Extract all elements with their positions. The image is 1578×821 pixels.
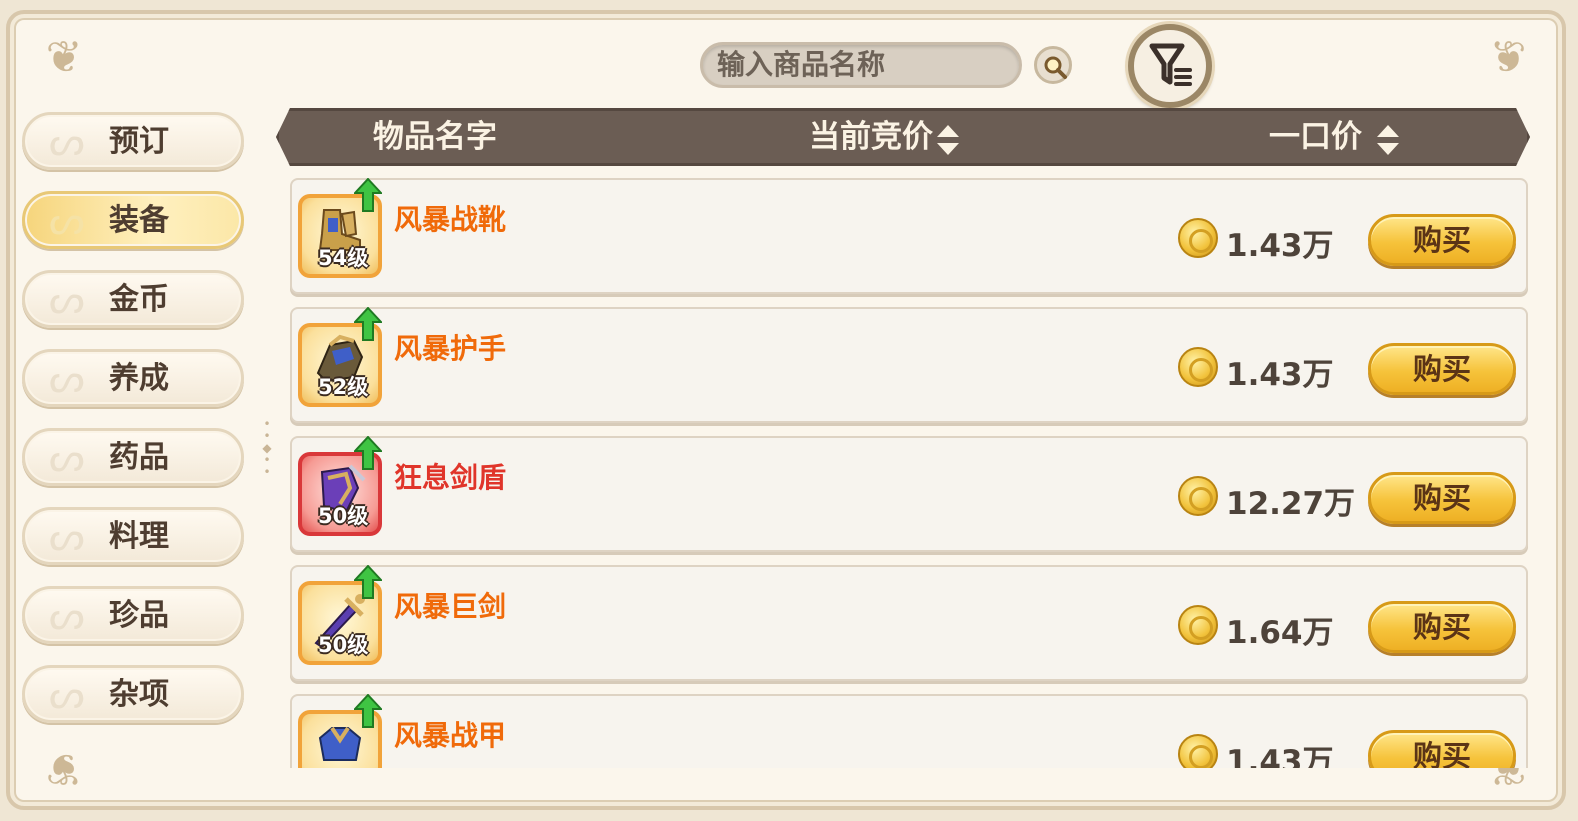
tab-label: 金币	[109, 282, 169, 317]
list-item[interactable]: 风暴战甲 1.43万 购买	[290, 694, 1528, 768]
tab-label: 装备	[109, 203, 169, 238]
swirl-ornament-icon: ᔕ	[49, 514, 85, 560]
item-level: 50级	[318, 633, 369, 657]
green-up-arrow-icon	[354, 178, 382, 212]
category-sidebar: ᔕ 预订 ᔕ 装备 ᔕ 金币 ᔕ 养成 ᔕ 药品 ᔕ 料理 ᔕ 珍品 ᔕ 杂项	[22, 112, 250, 744]
gold-coin-icon	[1178, 218, 1218, 258]
item-price: 1.43万	[1226, 228, 1334, 264]
swirl-ornament-icon: ᔕ	[49, 672, 85, 718]
item-name: 狂息剑盾	[394, 461, 507, 494]
item-name: 风暴战甲	[394, 719, 507, 752]
gold-coin-icon	[1178, 476, 1218, 516]
swirl-ornament-icon: ᔕ	[49, 356, 85, 402]
gold-coin-icon	[1178, 605, 1218, 645]
corner-ornament-icon: ❦	[45, 32, 83, 83]
item-level: 52级	[318, 375, 369, 399]
tab-medicine[interactable]: ᔕ 药品	[22, 428, 244, 486]
filter-button[interactable]	[1128, 24, 1212, 108]
header-current-bid[interactable]: 当前竞价	[809, 111, 933, 163]
item-level: 50级	[318, 504, 369, 528]
corner-ornament-icon: ❦	[45, 743, 83, 794]
search-input[interactable]: 输入商品名称	[700, 42, 1022, 88]
tab-label: 料理	[109, 519, 169, 554]
sort-toggle-icon[interactable]	[1375, 123, 1401, 157]
tab-label: 杂项	[109, 677, 169, 712]
green-up-arrow-icon	[354, 307, 382, 341]
green-up-arrow-icon	[354, 565, 382, 599]
item-list[interactable]: 54级 风暴战靴 1.43万 购买 52级 风暴护手 1.43万 购买 50级 …	[290, 178, 1530, 768]
green-up-arrow-icon	[354, 694, 382, 728]
header-buyout-price[interactable]: 一口价	[1269, 111, 1362, 163]
list-item[interactable]: 54级 风暴战靴 1.43万 购买	[290, 178, 1528, 294]
item-name: 风暴巨剑	[394, 590, 507, 623]
tab-label: 珍品	[109, 598, 169, 633]
swirl-ornament-icon: ᔕ	[49, 119, 85, 165]
corner-ornament-icon: ❦	[1489, 32, 1527, 83]
swirl-ornament-icon: ᔕ	[49, 277, 85, 323]
list-item[interactable]: 50级 狂息剑盾 12.27万 购买	[290, 436, 1528, 552]
tab-cuisine[interactable]: ᔕ 料理	[22, 507, 244, 565]
header-item-name: 物品名字	[373, 119, 497, 155]
item-price: 1.43万	[1226, 357, 1334, 393]
table-header: 物品名字 当前竞价 一口价	[276, 108, 1530, 166]
tab-preorder[interactable]: ᔕ 预订	[22, 112, 244, 170]
tab-label: 预订	[109, 124, 169, 159]
item-price: 1.43万	[1226, 744, 1334, 768]
search-button[interactable]	[1034, 46, 1072, 84]
search-icon	[1044, 56, 1067, 79]
swirl-ornament-icon: ᔕ	[49, 198, 85, 244]
buy-button[interactable]: 购买	[1368, 214, 1516, 266]
item-price: 12.27万	[1226, 486, 1356, 522]
tab-label: 养成	[109, 361, 169, 396]
sort-toggle-icon[interactable]	[935, 123, 961, 157]
filter-icon	[1149, 43, 1192, 86]
item-name: 风暴护手	[394, 332, 507, 365]
green-up-arrow-icon	[354, 436, 382, 470]
tab-gold[interactable]: ᔕ 金币	[22, 270, 244, 328]
tab-label: 药品	[109, 440, 169, 475]
swirl-ornament-icon: ᔕ	[49, 435, 85, 481]
item-name: 风暴战靴	[394, 203, 507, 236]
tab-misc[interactable]: ᔕ 杂项	[22, 665, 244, 723]
divider-ornament: • • ◆ • •	[262, 417, 272, 479]
tab-treasure[interactable]: ᔕ 珍品	[22, 586, 244, 644]
buy-button[interactable]: 购买	[1368, 343, 1516, 395]
tab-equipment[interactable]: ᔕ 装备	[22, 191, 244, 249]
tab-cultivation[interactable]: ᔕ 养成	[22, 349, 244, 407]
buy-button[interactable]: 购买	[1368, 601, 1516, 653]
swirl-ornament-icon: ᔕ	[49, 593, 85, 639]
item-level: 54级	[318, 246, 369, 270]
list-item[interactable]: 50级 风暴巨剑 1.64万 购买	[290, 565, 1528, 681]
gold-coin-icon	[1178, 347, 1218, 387]
buy-button[interactable]: 购买	[1368, 472, 1516, 524]
buy-button[interactable]: 购买	[1368, 730, 1516, 768]
item-price: 1.64万	[1226, 615, 1334, 651]
list-item[interactable]: 52级 风暴护手 1.43万 购买	[290, 307, 1528, 423]
gold-coin-icon	[1178, 734, 1218, 768]
